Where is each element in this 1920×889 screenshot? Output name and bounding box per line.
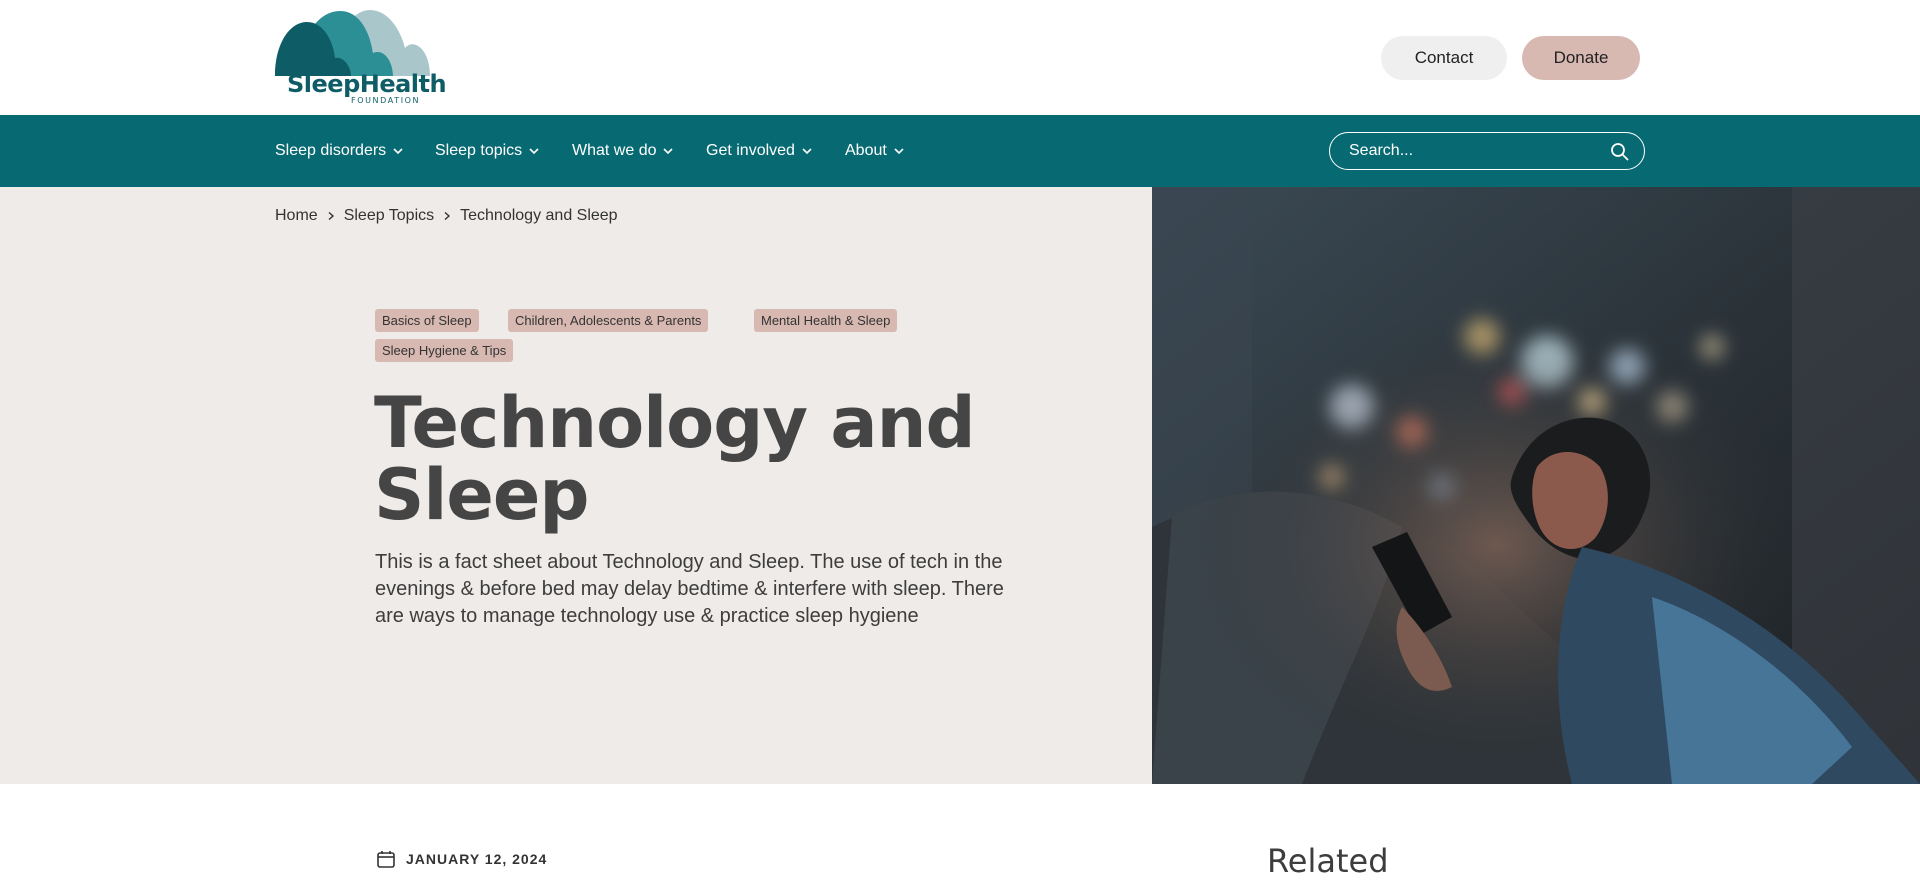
tag-mental-health-sleep[interactable]: Mental Health & Sleep	[754, 309, 898, 332]
contact-button[interactable]: Contact	[1381, 36, 1507, 80]
breadcrumb: Home Sleep Topics Technology and Sleep	[275, 207, 618, 225]
chevron-right-icon	[444, 211, 451, 221]
nav-item-label: Get involved	[706, 142, 795, 159]
chevron-down-icon	[894, 148, 904, 155]
search-input[interactable]	[1330, 142, 1600, 160]
chevron-down-icon	[529, 148, 539, 155]
logo-subtext: FOUNDATION	[351, 96, 421, 105]
main-nav: Sleep disorders Sleep topics What we do …	[0, 115, 1920, 187]
nav-item-get-involved[interactable]: Get involved	[706, 141, 813, 161]
chevron-down-icon	[802, 148, 812, 155]
nav-item-sleep-disorders[interactable]: Sleep disorders	[275, 141, 404, 161]
donate-button[interactable]: Donate	[1522, 36, 1640, 80]
page-title: Technology and Sleep	[374, 382, 976, 536]
tag-basics-of-sleep[interactable]: Basics of Sleep	[375, 309, 479, 332]
nav-item-what-we-do[interactable]: What we do	[572, 141, 674, 161]
chevron-right-icon	[328, 211, 334, 221]
page-description: This is a fact sheet about Technology an…	[375, 551, 1004, 627]
nav-item-label: Sleep topics	[435, 142, 523, 159]
breadcrumb-item-home[interactable]: Home	[275, 207, 318, 225]
tag-sleep-hygiene-tips[interactable]: Sleep Hygiene & Tips	[375, 339, 514, 362]
hero-section: Home Sleep Topics Technology and Sleep B…	[0, 187, 1152, 784]
related-heading: Related	[1267, 842, 1389, 880]
site-header: SleepHealth FOUNDATION Contact Donate	[0, 0, 1920, 115]
nav-item-label: Sleep disorders	[275, 142, 387, 159]
search-icon[interactable]	[1610, 142, 1630, 162]
tag-children-adolescents-parents[interactable]: Children, Adolescents & Parents	[508, 309, 709, 332]
publish-date: JANUARY 12, 2024	[376, 849, 547, 869]
publish-date-text: JANUARY 12, 2024	[406, 851, 548, 867]
hero-photo-illustration	[1152, 187, 1920, 784]
calendar-icon	[377, 851, 395, 868]
chevron-down-icon	[393, 148, 403, 155]
nav-item-label: About	[845, 142, 887, 159]
search-box	[1329, 132, 1645, 170]
logo-wordmark: SleepHealth	[287, 70, 447, 98]
breadcrumb-item-sleep-topics[interactable]: Sleep Topics	[344, 207, 434, 225]
nav-item-sleep-topics[interactable]: Sleep topics	[435, 141, 540, 161]
nav-item-label: What we do	[572, 142, 657, 159]
site-logo[interactable]: SleepHealth FOUNDATION	[275, 8, 447, 108]
nav-item-about[interactable]: About	[845, 141, 905, 161]
breadcrumb-item-current: Technology and Sleep	[460, 207, 618, 224]
chevron-down-icon	[663, 148, 674, 155]
hero-image	[1152, 187, 1920, 784]
logo-clouds-icon	[275, 10, 430, 76]
